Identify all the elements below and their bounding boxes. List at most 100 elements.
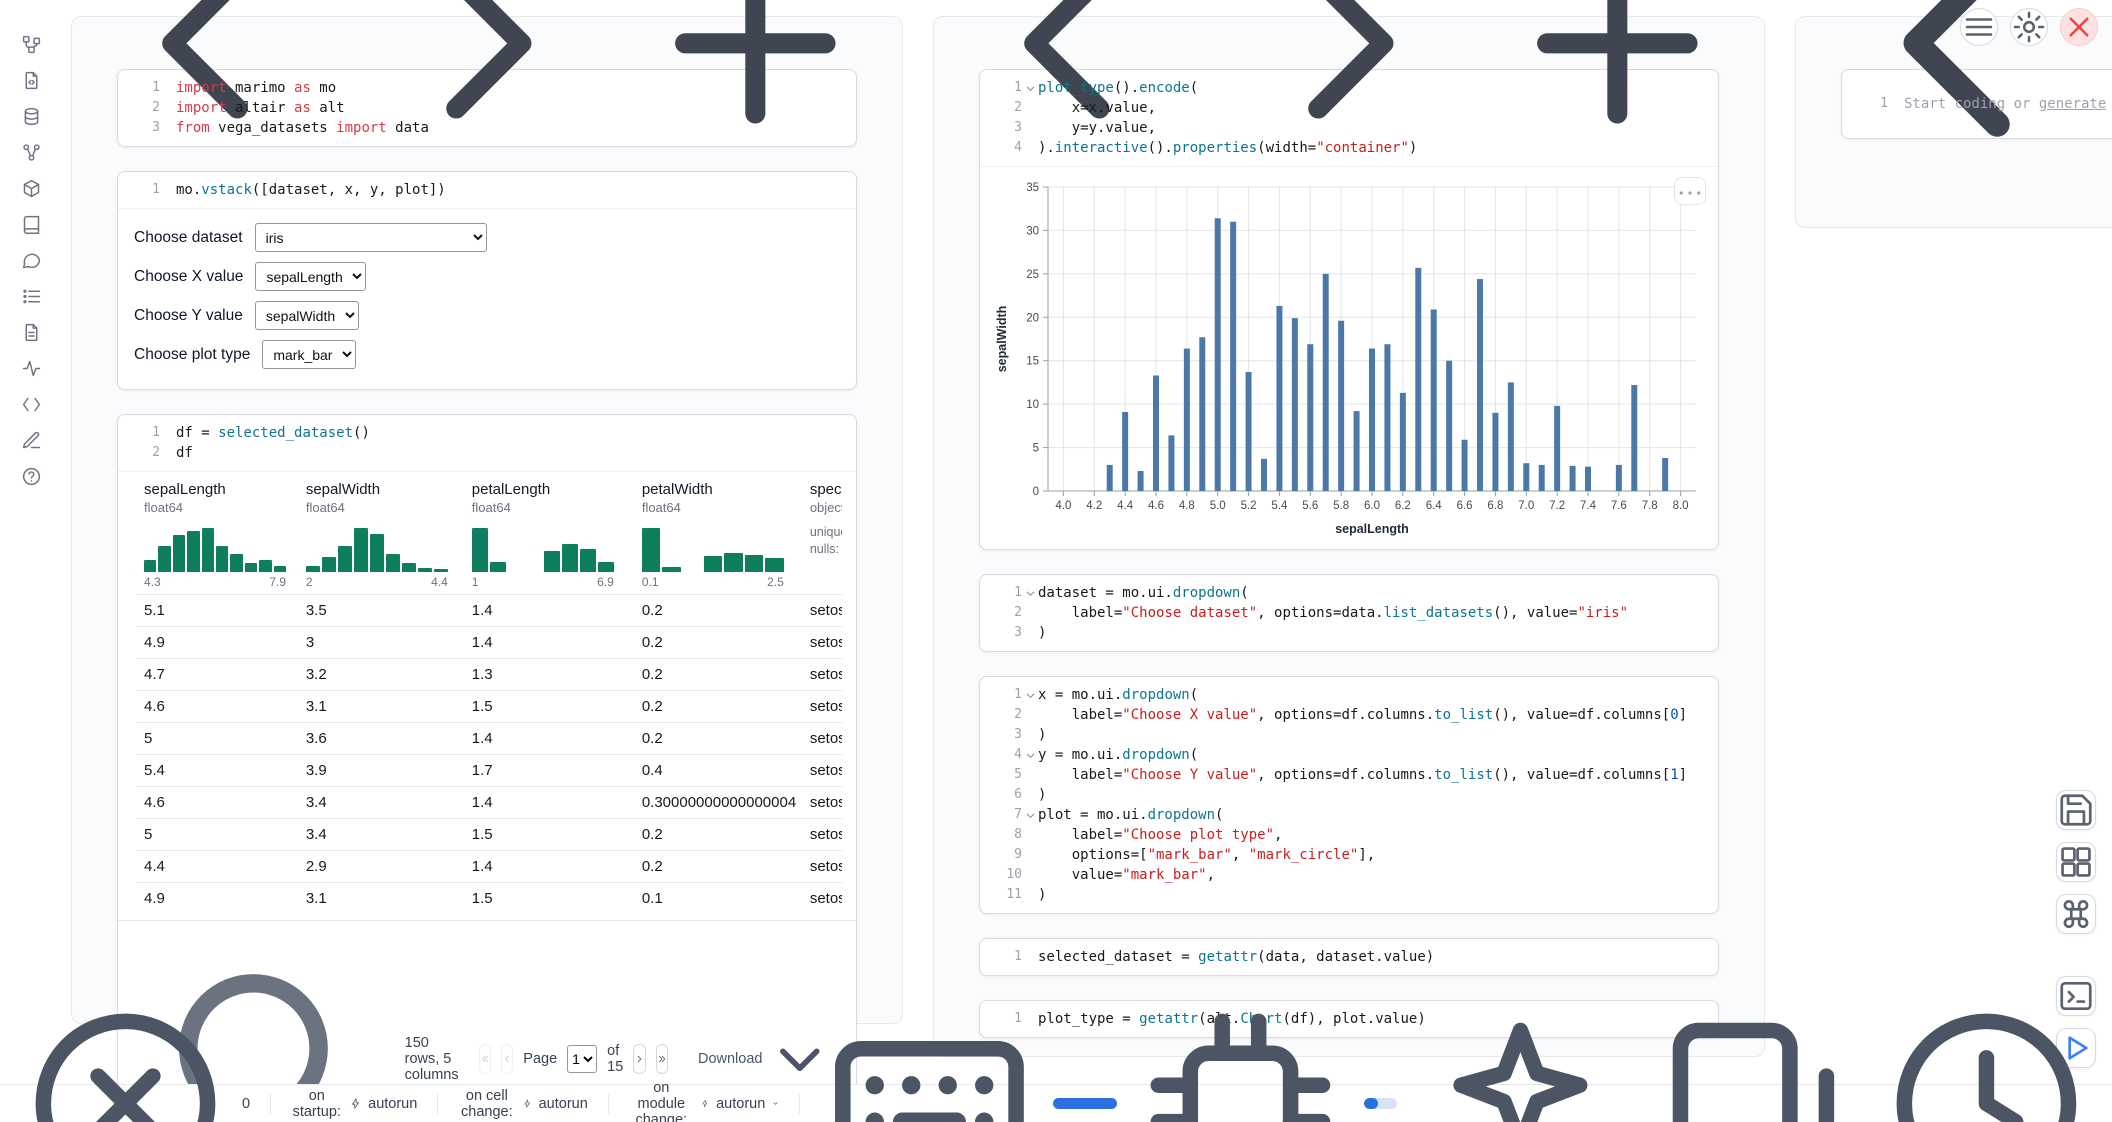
- keyboard-shortcuts-button[interactable]: [2056, 894, 2096, 934]
- status-bar-right: [820, 994, 2096, 1122]
- file-code-sidebar-button[interactable]: [11, 62, 53, 98]
- column-header[interactable]: sepalLengthfloat64: [136, 476, 298, 520]
- column-header[interactable]: petalWidthfloat64: [634, 476, 802, 520]
- dropdown-select[interactable]: sepalWidth: [255, 301, 359, 330]
- cells-panel-button[interactable]: [1644, 994, 1863, 1122]
- dropdown-control-row: Choose plot type mark_bar: [134, 340, 840, 369]
- fold-icon[interactable]: [1022, 583, 1038, 603]
- code-editor[interactable]: 1df = selected_dataset()2df: [118, 415, 856, 471]
- layout-grid-icon: [2057, 843, 2095, 881]
- scratchpad-sidebar-button[interactable]: [11, 422, 53, 458]
- plus-icon: [635, 0, 876, 163]
- code-editor[interactable]: 1mo.vstack([dataset, x, y, plot]): [118, 172, 856, 208]
- chevrons-left-icon: [480, 1045, 490, 1073]
- autorun-config-value: autorun: [539, 1096, 588, 1112]
- datasets-sidebar-button[interactable]: [11, 98, 53, 134]
- prev-page-button[interactable]: [501, 1044, 513, 1074]
- dependencies-sidebar-button[interactable]: [11, 134, 53, 170]
- first-page-button[interactable]: [479, 1044, 491, 1074]
- notebook-workspace: 1import marimo as mo2import altair as al…: [63, 0, 2112, 1084]
- save-button[interactable]: [2056, 790, 2096, 830]
- table-row[interactable]: 4.42.91.40.2setosa: [136, 851, 842, 883]
- code-line: 10 value="mark_bar",: [990, 865, 1704, 885]
- table-row[interactable]: 4.63.41.40.30000000000000004setosa: [136, 787, 842, 819]
- chart-actions-button[interactable]: [1674, 177, 1706, 205]
- table-row[interactable]: 53.61.40.2setosa: [136, 723, 842, 755]
- help-sidebar-button[interactable]: [11, 458, 53, 494]
- dependencies-icon: [21, 142, 42, 163]
- column-header[interactable]: petalLengthfloat64: [464, 476, 634, 520]
- column-scroll-right-button[interactable]: [361, 0, 602, 163]
- fold-icon[interactable]: [1022, 745, 1038, 765]
- dropdown-select[interactable]: mark_bar: [262, 340, 356, 369]
- column-header[interactable]: speciesobject: [802, 476, 842, 520]
- memory-button[interactable]: [1131, 994, 1350, 1122]
- file-code-icon: [21, 70, 42, 91]
- settings-button[interactable]: [2010, 8, 2048, 46]
- help-icon: [21, 466, 42, 487]
- autorun-config-item[interactable]: on cell change:autorun: [458, 1088, 588, 1120]
- chat-sidebar-button[interactable]: [11, 242, 53, 278]
- table-row[interactable]: 4.73.21.30.2setosa: [136, 659, 842, 691]
- table-row[interactable]: 5.13.51.40.2setosa: [136, 595, 842, 627]
- download-button[interactable]: Download: [692, 1025, 840, 1084]
- workflow-sidebar-button[interactable]: [11, 26, 53, 62]
- next-page-button[interactable]: [633, 1044, 645, 1074]
- svg-text:5.0: 5.0: [1210, 500, 1226, 512]
- keyboard-button[interactable]: [820, 994, 1039, 1122]
- page-select[interactable]: 1: [567, 1045, 597, 1073]
- recent-history-button[interactable]: [1877, 994, 2096, 1122]
- chevron-right-icon: [361, 0, 602, 163]
- code-editor[interactable]: 1dataset = mo.ui.dropdown(2 label="Choos…: [980, 575, 1718, 651]
- column-1-header: [72, 17, 902, 69]
- page-total-label: of 15: [607, 1043, 623, 1075]
- errors-indicator[interactable]: 0: [16, 994, 250, 1122]
- chat-icon: [21, 250, 42, 271]
- dropdown-select[interactable]: sepalLength: [255, 262, 366, 291]
- bolt-icon: [350, 1096, 361, 1111]
- packages-sidebar-button[interactable]: [11, 170, 53, 206]
- fold-icon[interactable]: [1022, 685, 1038, 705]
- dropdown-label: Choose dataset: [134, 229, 243, 247]
- clock-icon: [1877, 994, 2096, 1122]
- last-page-button[interactable]: [656, 1044, 668, 1074]
- table-row[interactable]: 4.931.40.2setosa: [136, 627, 842, 659]
- shutdown-button[interactable]: [2060, 8, 2098, 46]
- column-header[interactable]: sepalWidthfloat64: [298, 476, 464, 520]
- code-line: 6): [990, 785, 1704, 805]
- svg-text:sepalLength: sepalLength: [1335, 522, 1409, 536]
- table-row[interactable]: 4.93.11.50.1setosa: [136, 883, 842, 915]
- documentation-sidebar-button[interactable]: [11, 314, 53, 350]
- tracing-sidebar-button[interactable]: [11, 350, 53, 386]
- column-2-header: [934, 17, 1764, 69]
- svg-text:10: 10: [1026, 399, 1039, 411]
- svg-text:4.0: 4.0: [1055, 500, 1071, 512]
- table-row[interactable]: 53.41.50.2setosa: [136, 819, 842, 851]
- ai-assistant-button[interactable]: [1411, 994, 1630, 1122]
- layout-toggle-button[interactable]: [2056, 842, 2096, 882]
- code-line: 2 label="Choose X value", options=df.col…: [990, 705, 1704, 725]
- code-line: 3): [990, 725, 1704, 745]
- autorun-config-item[interactable]: on startup:autorun: [291, 1088, 418, 1120]
- table-row[interactable]: 4.63.11.50.2setosa: [136, 691, 842, 723]
- menu-button[interactable]: [1960, 8, 1998, 46]
- dropdown-select[interactable]: iris: [255, 223, 487, 252]
- fold-icon[interactable]: [1022, 78, 1038, 98]
- column-histogram: 24.4: [298, 520, 464, 595]
- code-editor[interactable]: 1x = mo.ui.dropdown(2 label="Choose X va…: [980, 677, 1718, 913]
- svg-text:4.6: 4.6: [1148, 500, 1164, 512]
- notebook-sidebar-button[interactable]: [11, 206, 53, 242]
- dropdown-label: Choose plot type: [134, 346, 250, 364]
- code-cell-selected-dataset: 1selected_dataset = getattr(data, datase…: [979, 938, 1719, 976]
- autorun-config-item[interactable]: on module change:autorun: [628, 1080, 779, 1122]
- fold-icon[interactable]: [1022, 805, 1038, 825]
- code-line: 4y = mo.ui.dropdown(: [990, 745, 1704, 765]
- outline-sidebar-button[interactable]: [11, 278, 53, 314]
- add-cell-button[interactable]: [629, 0, 882, 164]
- snippets-sidebar-button[interactable]: [11, 386, 53, 422]
- table-row[interactable]: 5.43.91.70.4setosa: [136, 755, 842, 787]
- code-editor[interactable]: 1selected_dataset = getattr(data, datase…: [980, 939, 1718, 975]
- add-cell-button[interactable]: [1491, 0, 1744, 164]
- sepal-bar-chart[interactable]: 4.04.24.44.64.85.05.25.45.65.86.06.26.46…: [992, 179, 1710, 541]
- scratchpad-icon: [21, 430, 42, 451]
